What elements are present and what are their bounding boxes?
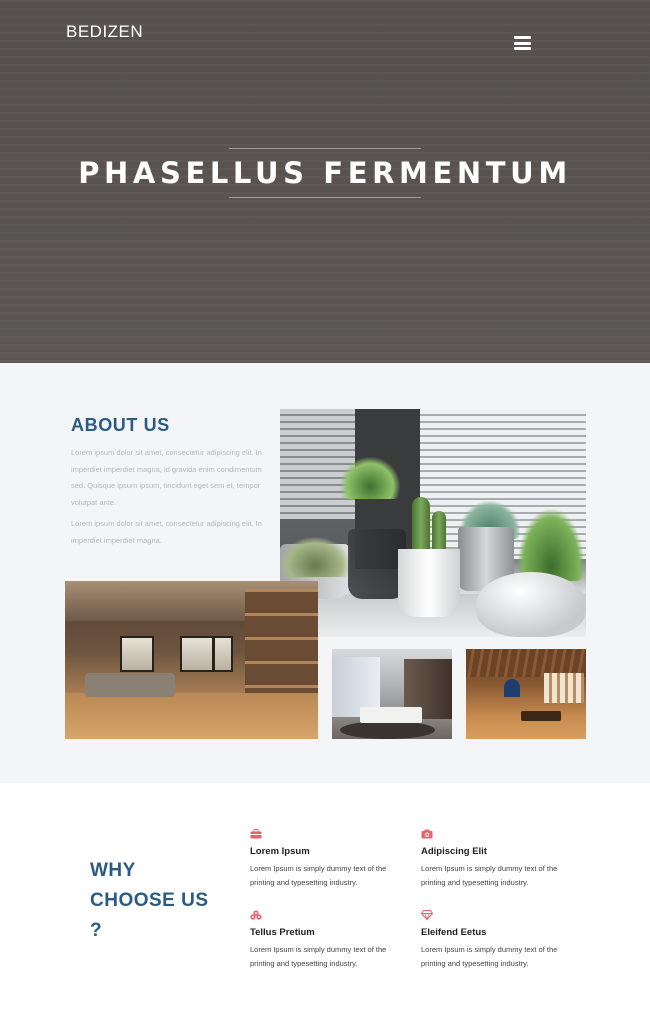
feature-title: Adipiscing Elit [421,846,487,857]
hero-divider-top [229,148,421,149]
feature-item: Adipiscing Elit Lorem Ipsum is simply du… [421,829,581,890]
feature-item: Eleifend Eetus Lorem Ipsum is simply dum… [421,910,581,971]
plants-photo [280,409,586,637]
feature-description: Lorem Ipsum is simply dummy text of the … [250,945,387,968]
feature-title: Lorem Ipsum [250,846,310,857]
why-choose-us-section: WHY CHOOSE US ? Lorem Ipsum Lorem Ipsum … [0,783,650,1020]
feature-description: Lorem Ipsum is simply dummy text of the … [421,864,558,887]
living-room-photo [65,581,318,739]
about-paragraph: Lorem ipsum dolor sit amet, consectetur … [71,448,262,507]
hero-section: BEDIZEN PHASELLUS FERMENTUM [0,0,650,363]
feature-title: Eleifend Eetus [421,927,487,938]
why-title: WHY CHOOSE US ? [90,860,209,941]
about-paragraph: Lorem ipsum dolor sit amet, consectetur … [71,519,262,545]
diamond-icon [421,910,433,920]
bedroom-photo [332,649,452,739]
hamburger-menu-icon[interactable] [514,36,531,50]
feature-title: Tellus Pretium [250,927,315,938]
hero-title: PHASELLUS FERMENTUM [78,156,572,190]
wooden-room-photo [466,649,586,739]
cubes-icon [250,910,262,920]
feature-description: Lorem Ipsum is simply dummy text of the … [250,864,387,887]
site-logo[interactable]: BEDIZEN [66,22,143,42]
feature-description: Lorem Ipsum is simply dummy text of the … [421,945,558,968]
feature-item: Lorem Ipsum Lorem Ipsum is simply dummy … [250,829,410,890]
briefcase-icon [250,829,262,839]
about-section: ABOUT US Lorem ipsum dolor sit amet, con… [0,363,650,783]
feature-item: Tellus Pretium Lorem Ipsum is simply dum… [250,910,410,971]
camera-icon [421,829,433,839]
about-title: ABOUT US [71,415,170,435]
hero-divider-bottom [229,197,421,198]
